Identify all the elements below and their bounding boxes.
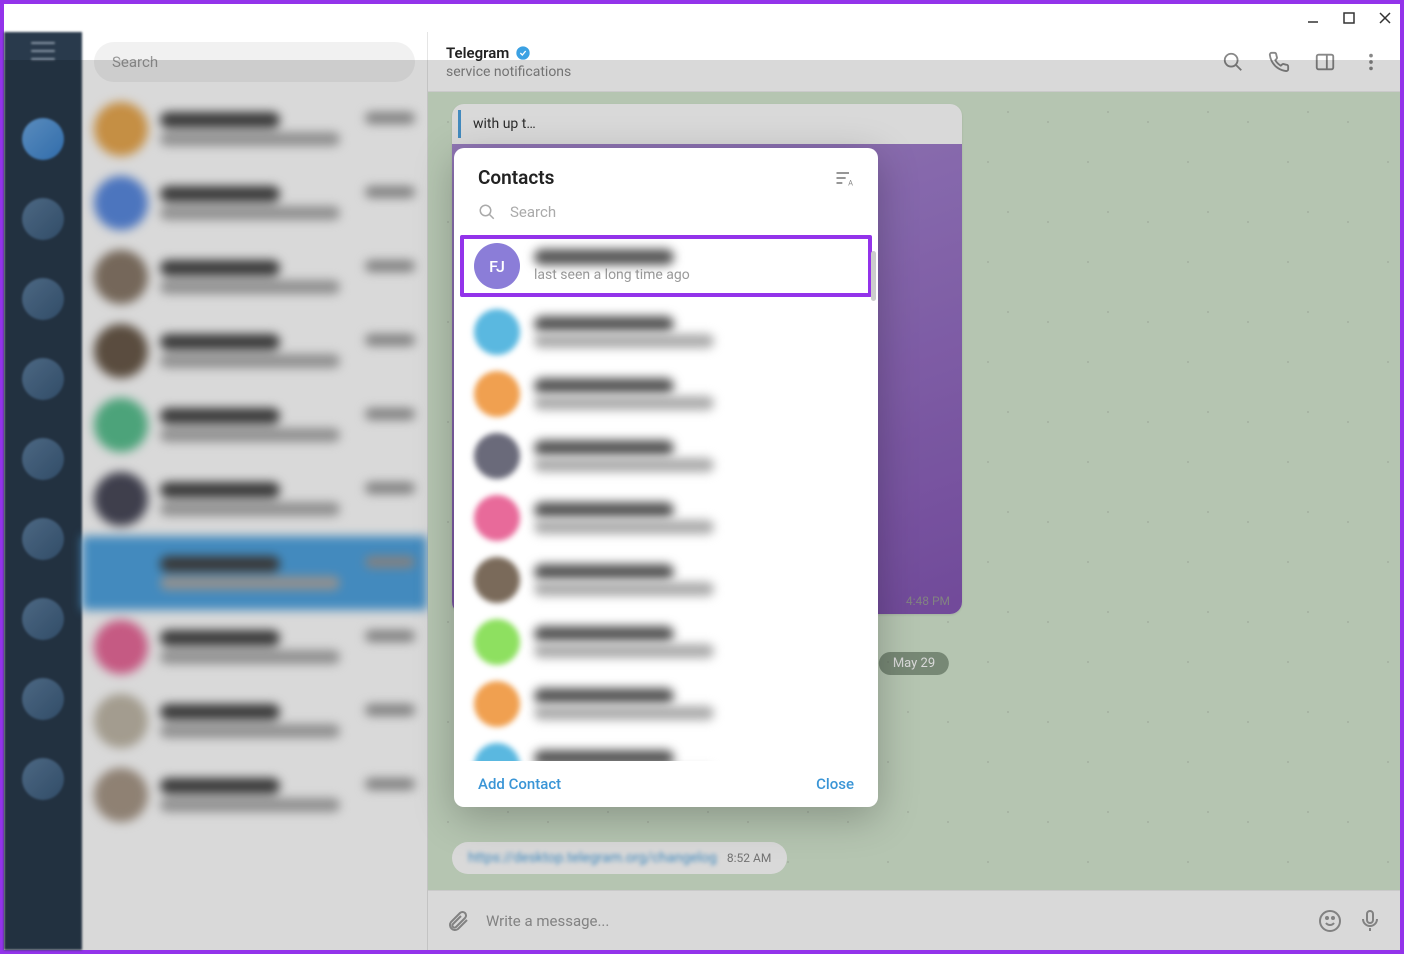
contact-name: [534, 688, 674, 704]
minimize-button[interactable]: [1306, 11, 1320, 25]
contact-item[interactable]: [454, 673, 878, 735]
contact-status: [534, 520, 714, 534]
contact-avatar: [474, 433, 520, 479]
menu-button[interactable]: [31, 42, 55, 60]
svg-text:A: A: [848, 178, 853, 187]
contact-avatar: [474, 557, 520, 603]
contact-item[interactable]: [454, 301, 878, 363]
contacts-search[interactable]: Search: [454, 197, 878, 231]
contact-status: [534, 582, 714, 596]
contact-avatar: [474, 619, 520, 665]
contact-status: [534, 706, 714, 720]
contact-name: [534, 316, 674, 332]
contact-status: [534, 334, 714, 348]
contact-status: [534, 396, 714, 410]
maximize-button[interactable]: [1342, 11, 1356, 25]
add-contact-button[interactable]: Add Contact: [478, 775, 561, 793]
contact-avatar: [474, 743, 520, 761]
contact-item-highlighted[interactable]: FJ last seen a long time ago: [460, 235, 872, 297]
contact-list[interactable]: FJ last seen a long time ago: [454, 231, 878, 761]
contacts-search-placeholder: Search: [510, 203, 556, 221]
chat-title-text: Telegram: [446, 44, 509, 62]
contact-avatar: FJ: [474, 243, 520, 289]
verified-icon: [515, 45, 531, 61]
search-icon: [478, 203, 496, 221]
contact-avatar: [474, 309, 520, 355]
contact-avatar: [474, 495, 520, 541]
contact-item[interactable]: [454, 549, 878, 611]
app-root: Search Telegram service notifications: [4, 32, 1400, 950]
contact-name: [534, 378, 674, 394]
contact-name: [534, 750, 674, 761]
contact-name: [534, 564, 674, 580]
contact-status: [534, 458, 714, 472]
contact-name: [534, 626, 674, 642]
contact-avatar: [474, 681, 520, 727]
modal-title: Contacts: [478, 166, 554, 189]
contact-name: [534, 502, 674, 518]
contact-name: [534, 249, 674, 265]
sort-icon[interactable]: A: [834, 168, 854, 188]
contact-item[interactable]: [454, 425, 878, 487]
close-window-button[interactable]: [1378, 11, 1392, 25]
contact-status: last seen a long time ago: [534, 267, 858, 283]
close-button[interactable]: Close: [816, 775, 854, 793]
contact-item[interactable]: [454, 363, 878, 425]
scrollbar-thumb[interactable]: [871, 251, 876, 301]
contacts-modal: Contacts A Search FJ last seen a long ti…: [454, 148, 878, 807]
contact-avatar: [474, 371, 520, 417]
window-titlebar: [4, 4, 1400, 32]
contact-item[interactable]: [454, 611, 878, 673]
chat-title: Telegram: [446, 44, 1222, 62]
contact-item[interactable]: [454, 487, 878, 549]
contact-item[interactable]: [454, 735, 878, 761]
contact-status: [534, 644, 714, 658]
contact-name: [534, 440, 674, 456]
